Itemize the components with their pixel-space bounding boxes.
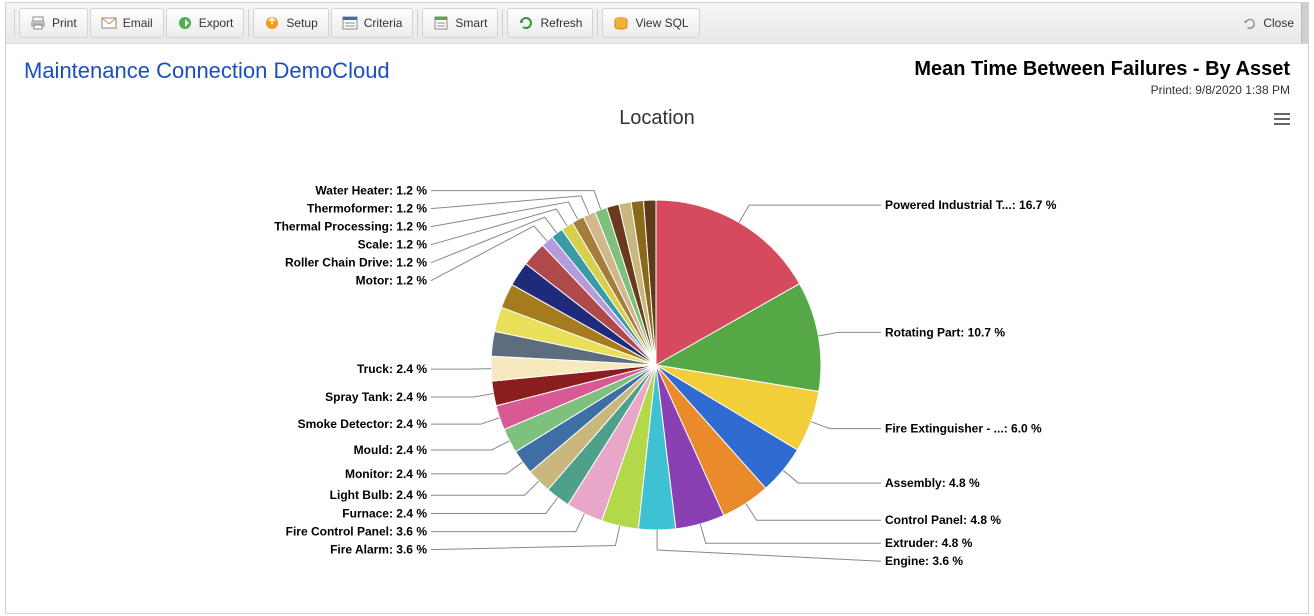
chart-title: Location	[6, 107, 1308, 130]
refresh-button[interactable]: Refresh	[507, 8, 593, 38]
pie-slice-label: Fire Control Panel: 3.6 %	[286, 525, 428, 539]
setup-label: Setup	[286, 16, 317, 30]
pie-slice-label: Scale: 1.2 %	[358, 238, 428, 252]
report-title: Mean Time Between Failures - By Asset	[914, 58, 1290, 81]
view-sql-label: View SQL	[635, 16, 688, 30]
pie-slice-label: Thermal Processing: 1.2 %	[274, 220, 427, 234]
pie-slice-label: Monitor: 2.4 %	[345, 467, 427, 481]
brand-title: Maintenance Connection DemoCloud	[24, 58, 390, 84]
export-icon	[177, 15, 193, 31]
pie-chart: Powered Industrial T...: 16.7 % Rotating …	[6, 130, 1308, 616]
pie-slice-label: Rotating Part: 10.7 %	[885, 325, 1005, 339]
smart-button[interactable]: Smart	[422, 8, 498, 38]
pie-slice-label: Thermoformer: 1.2 %	[307, 202, 427, 216]
view-sql-button[interactable]: View SQL	[602, 8, 699, 38]
pie-slice-label: Furnace: 2.4 %	[342, 507, 427, 521]
pie-slice-label: Spray Tank: 2.4 %	[325, 390, 427, 404]
pie-slice-label: Engine: 3.6 %	[885, 554, 963, 568]
smart-icon	[433, 15, 449, 31]
chart-menu-icon[interactable]	[1274, 113, 1290, 125]
export-label: Export	[199, 16, 234, 30]
criteria-button[interactable]: Criteria	[331, 8, 414, 38]
refresh-label: Refresh	[540, 16, 582, 30]
scrollbar[interactable]	[1301, 3, 1308, 43]
pie-slice-label: Light Bulb: 2.4 %	[330, 488, 428, 502]
pie-slice-label: Water Heater: 1.2 %	[315, 184, 427, 198]
smart-label: Smart	[455, 16, 487, 30]
toolbar: Print Email Export Setup Criteria	[6, 3, 1308, 44]
print-label: Print	[52, 16, 77, 30]
print-icon	[30, 15, 46, 31]
close-label: Close	[1263, 16, 1294, 30]
pie-slice-label: Fire Extinguisher - ...: 6.0 %	[885, 422, 1042, 436]
pie-slice-label: Mould: 2.4 %	[354, 443, 428, 457]
criteria-icon	[342, 15, 358, 31]
pie-slice-label: Truck: 2.4 %	[357, 362, 427, 376]
export-button[interactable]: Export	[166, 8, 245, 38]
pie-slice-label: Assembly: 4.8 %	[885, 476, 980, 490]
email-label: Email	[123, 16, 153, 30]
email-button[interactable]: Email	[90, 8, 164, 38]
pie-slice-label: Smoke Detector: 2.4 %	[298, 417, 428, 431]
pie-slice-label: Powered Industrial T...: 16.7 %	[885, 198, 1057, 212]
criteria-label: Criteria	[364, 16, 403, 30]
undo-icon	[1243, 16, 1257, 30]
pie-slice-label: Fire Alarm: 3.6 %	[330, 543, 427, 557]
refresh-icon	[518, 15, 534, 31]
pie-slice-label: Control Panel: 4.8 %	[885, 513, 1001, 527]
pie-slice-label: Extruder: 4.8 %	[885, 536, 973, 550]
setup-button[interactable]: Setup	[253, 8, 328, 38]
sql-icon	[613, 15, 629, 31]
pie-slice-label: Motor: 1.2 %	[356, 274, 428, 288]
close-button[interactable]: Close	[1243, 16, 1302, 30]
print-button[interactable]: Print	[19, 8, 88, 38]
email-icon	[101, 15, 117, 31]
pie-slice-label: Roller Chain Drive: 1.2 %	[285, 256, 427, 270]
report-printed: Printed: 9/8/2020 1:38 PM	[914, 83, 1290, 97]
setup-icon	[264, 15, 280, 31]
